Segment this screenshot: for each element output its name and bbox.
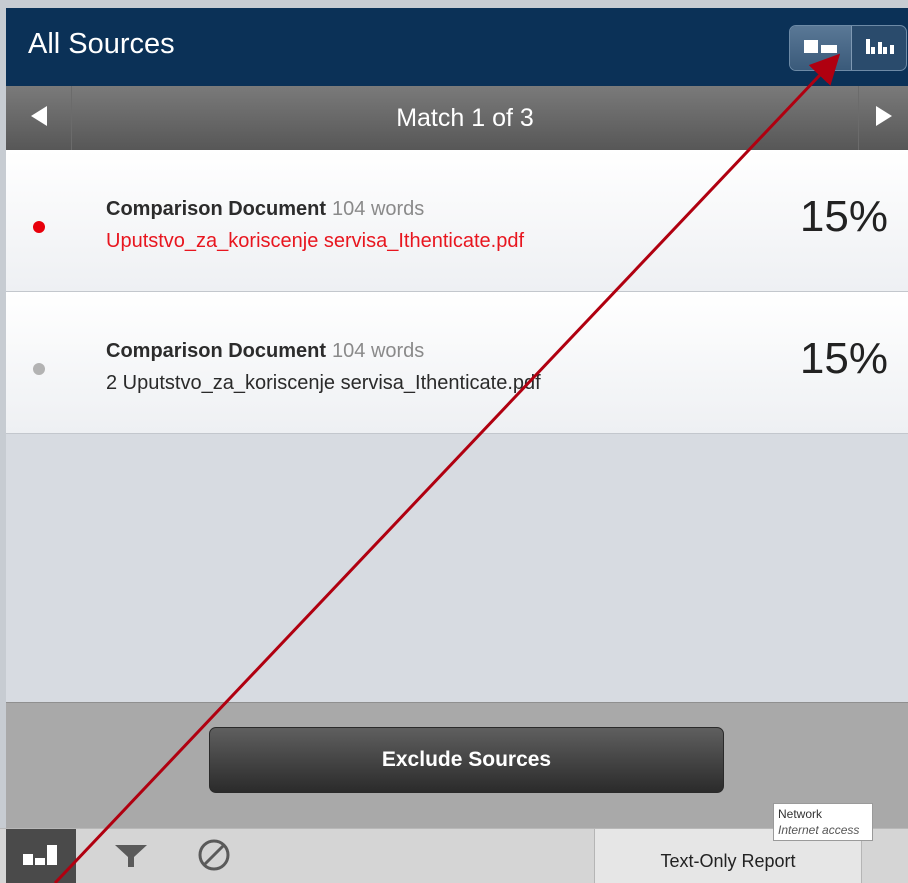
- source-row[interactable]: Comparison Document 104 words 2 Uputstvo_…: [6, 292, 908, 434]
- filter-icon: [113, 842, 149, 873]
- exclude-sources-button[interactable]: Exclude Sources: [209, 727, 724, 793]
- bar-chart-view-icon: [864, 36, 898, 61]
- source-row[interactable]: Comparison Document 104 words Uputstvo_za…: [6, 150, 908, 292]
- source-title: Comparison Document: [106, 340, 327, 362]
- prev-arrow-icon: [29, 104, 49, 133]
- bottom-toolbar: Text-Only Report: [0, 828, 908, 883]
- previous-match-button[interactable]: [6, 86, 72, 150]
- tooltip-title: Network: [778, 807, 823, 821]
- all-sources-panel: All Sources Match 1 of 3 Comparison Docu…: [6, 8, 908, 828]
- source-title: Comparison Document: [106, 198, 327, 220]
- chart-icon: [20, 842, 62, 871]
- source-percent: 15%: [799, 334, 888, 383]
- exclude-icon: [197, 838, 231, 877]
- panel-header: All Sources: [6, 8, 908, 86]
- filter-tool-button[interactable]: [110, 837, 152, 877]
- source-filename: 2 Uputstvo_za_koriscenje servisa_Ithenti…: [106, 372, 541, 394]
- network-tooltip: Network Internet access: [773, 803, 873, 841]
- match-navigation-bar: Match 1 of 3: [6, 86, 908, 150]
- bar-chart-view-button[interactable]: [853, 26, 906, 70]
- list-view-button[interactable]: [790, 26, 852, 70]
- view-toggle: [789, 25, 907, 71]
- list-view-icon: [802, 37, 840, 60]
- exclude-tool-button[interactable]: [193, 837, 235, 877]
- source-title-line: Comparison Document 104 words: [106, 340, 424, 363]
- source-title-line: Comparison Document 104 words: [106, 198, 424, 221]
- tooltip-subtitle: Internet access: [778, 823, 860, 837]
- source-word-count: 104 words: [332, 198, 425, 220]
- panel-title: All Sources: [28, 28, 175, 60]
- match-counter: Match 1 of 3: [396, 104, 534, 132]
- source-filename: Uputstvo_za_koriscenje servisa_Ithentica…: [106, 230, 525, 252]
- selected-indicator-dot: [33, 221, 45, 233]
- source-word-count: 104 words: [332, 340, 425, 362]
- sources-chart-tool-button[interactable]: [6, 829, 76, 883]
- source-percent: 15%: [799, 192, 888, 241]
- next-arrow-icon: [874, 104, 894, 133]
- next-match-button[interactable]: [858, 86, 908, 150]
- unselected-indicator-dot: [33, 363, 45, 375]
